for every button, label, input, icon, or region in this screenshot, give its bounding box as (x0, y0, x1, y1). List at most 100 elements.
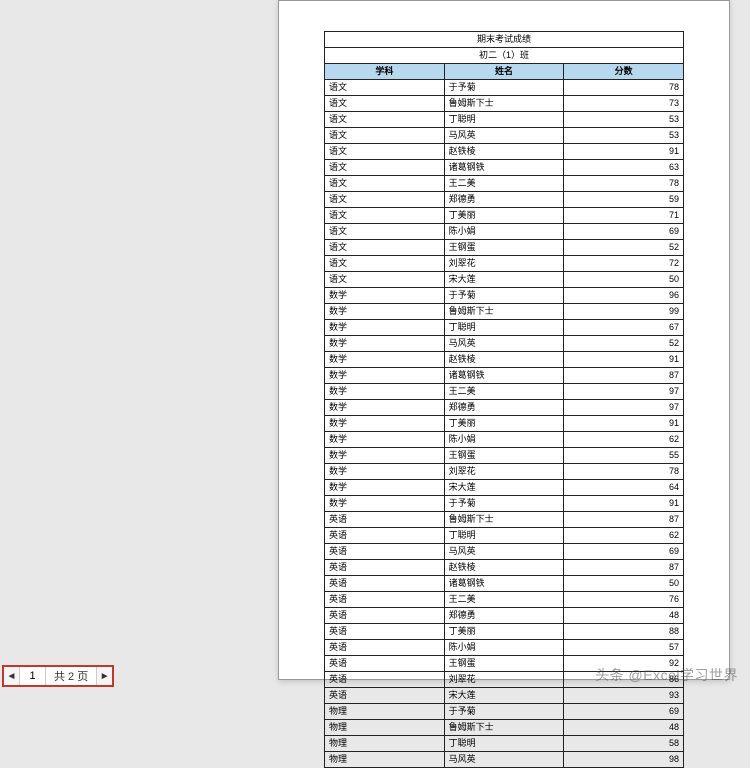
cell-name: 王钢蛋 (444, 240, 564, 256)
cell-score: 96 (564, 288, 684, 304)
cell-score: 58 (564, 736, 684, 752)
cell-score: 87 (564, 368, 684, 384)
table-row: 语文王钢蛋52 (325, 240, 684, 256)
cell-score: 91 (564, 496, 684, 512)
cell-subject: 语文 (325, 160, 445, 176)
cell-subject: 物理 (325, 720, 445, 736)
cell-name: 丁聪明 (444, 320, 564, 336)
cell-score: 87 (564, 560, 684, 576)
cell-score: 73 (564, 96, 684, 112)
cell-score: 48 (564, 608, 684, 624)
cell-subject: 语文 (325, 176, 445, 192)
cell-name: 王二美 (444, 592, 564, 608)
cell-subject: 数学 (325, 464, 445, 480)
cell-score: 91 (564, 144, 684, 160)
cell-name: 陈小娟 (444, 640, 564, 656)
cell-name: 于予菊 (444, 704, 564, 720)
cell-score: 48 (564, 720, 684, 736)
table-row: 英语诸葛钢铁50 (325, 576, 684, 592)
cell-subject: 数学 (325, 416, 445, 432)
cell-score: 88 (564, 624, 684, 640)
table-row: 数学马风英52 (325, 336, 684, 352)
cell-score: 53 (564, 128, 684, 144)
cell-score: 62 (564, 528, 684, 544)
prev-page-button[interactable]: ◄ (4, 667, 20, 685)
cell-name: 刘翠花 (444, 464, 564, 480)
cell-score: 64 (564, 480, 684, 496)
report-class: 初二（1）班 (325, 48, 684, 64)
page-number-input[interactable] (20, 667, 46, 685)
cell-subject: 英语 (325, 608, 445, 624)
table-row: 语文鲁姆斯下士73 (325, 96, 684, 112)
print-preview-page: 期末考试成绩 初二（1）班 学科 姓名 分数 语文于予菊78语文鲁姆斯下士73语… (278, 0, 730, 680)
table-row: 数学鲁姆斯下士99 (325, 304, 684, 320)
table-row: 数学宋大莲64 (325, 480, 684, 496)
cell-score: 72 (564, 256, 684, 272)
cell-name: 鲁姆斯下士 (444, 96, 564, 112)
report-title: 期末考试成绩 (325, 32, 684, 48)
cell-score: 50 (564, 272, 684, 288)
cell-name: 宋大莲 (444, 272, 564, 288)
cell-subject: 英语 (325, 544, 445, 560)
cell-score: 78 (564, 176, 684, 192)
table-row: 数学刘翠花78 (325, 464, 684, 480)
table-row: 数学于予菊91 (325, 496, 684, 512)
cell-name: 赵铁棱 (444, 352, 564, 368)
table-title-row: 期末考试成绩 (325, 32, 684, 48)
table-row: 数学王钢蛋55 (325, 448, 684, 464)
table-row: 物理马风英98 (325, 752, 684, 768)
cell-subject: 语文 (325, 208, 445, 224)
table-row: 语文于予菊78 (325, 80, 684, 96)
cell-name: 郑德勇 (444, 192, 564, 208)
table-row: 物理于予菊69 (325, 704, 684, 720)
col-score-header: 分数 (564, 64, 684, 80)
cell-subject: 数学 (325, 480, 445, 496)
cell-score: 98 (564, 752, 684, 768)
cell-name: 宋大莲 (444, 688, 564, 704)
table-row: 语文王二美78 (325, 176, 684, 192)
cell-subject: 数学 (325, 288, 445, 304)
cell-subject: 语文 (325, 128, 445, 144)
cell-name: 赵铁棱 (444, 560, 564, 576)
cell-score: 57 (564, 640, 684, 656)
cell-score: 97 (564, 384, 684, 400)
cell-name: 丁聪明 (444, 736, 564, 752)
table-row: 语文马风英53 (325, 128, 684, 144)
cell-score: 67 (564, 320, 684, 336)
cell-subject: 英语 (325, 624, 445, 640)
table-row: 英语丁美丽88 (325, 624, 684, 640)
table-row: 英语赵铁棱87 (325, 560, 684, 576)
table-row: 语文丁聪明53 (325, 112, 684, 128)
cell-subject: 语文 (325, 240, 445, 256)
cell-name: 丁聪明 (444, 112, 564, 128)
cell-name: 丁美丽 (444, 208, 564, 224)
cell-subject: 语文 (325, 272, 445, 288)
table-row: 物理丁聪明58 (325, 736, 684, 752)
score-table: 期末考试成绩 初二（1）班 学科 姓名 分数 语文于予菊78语文鲁姆斯下士73语… (324, 31, 684, 768)
cell-name: 陈小娟 (444, 224, 564, 240)
cell-name: 宋大莲 (444, 480, 564, 496)
cell-subject: 数学 (325, 496, 445, 512)
cell-name: 陈小娟 (444, 432, 564, 448)
cell-subject: 语文 (325, 224, 445, 240)
cell-score: 62 (564, 432, 684, 448)
cell-score: 78 (564, 464, 684, 480)
cell-score: 59 (564, 192, 684, 208)
table-row: 数学陈小娟62 (325, 432, 684, 448)
cell-name: 诸葛钢铁 (444, 576, 564, 592)
cell-subject: 语文 (325, 80, 445, 96)
table-row: 英语宋大莲93 (325, 688, 684, 704)
table-class-row: 初二（1）班 (325, 48, 684, 64)
cell-name: 郑德勇 (444, 400, 564, 416)
cell-name: 鲁姆斯下士 (444, 304, 564, 320)
cell-subject: 数学 (325, 368, 445, 384)
cell-score: 93 (564, 688, 684, 704)
cell-score: 52 (564, 336, 684, 352)
cell-score: 63 (564, 160, 684, 176)
cell-score: 91 (564, 352, 684, 368)
next-page-button[interactable]: ► (96, 667, 112, 685)
table-row: 数学诸葛钢铁87 (325, 368, 684, 384)
cell-subject: 英语 (325, 656, 445, 672)
cell-subject: 数学 (325, 448, 445, 464)
cell-name: 刘翠花 (444, 672, 564, 688)
